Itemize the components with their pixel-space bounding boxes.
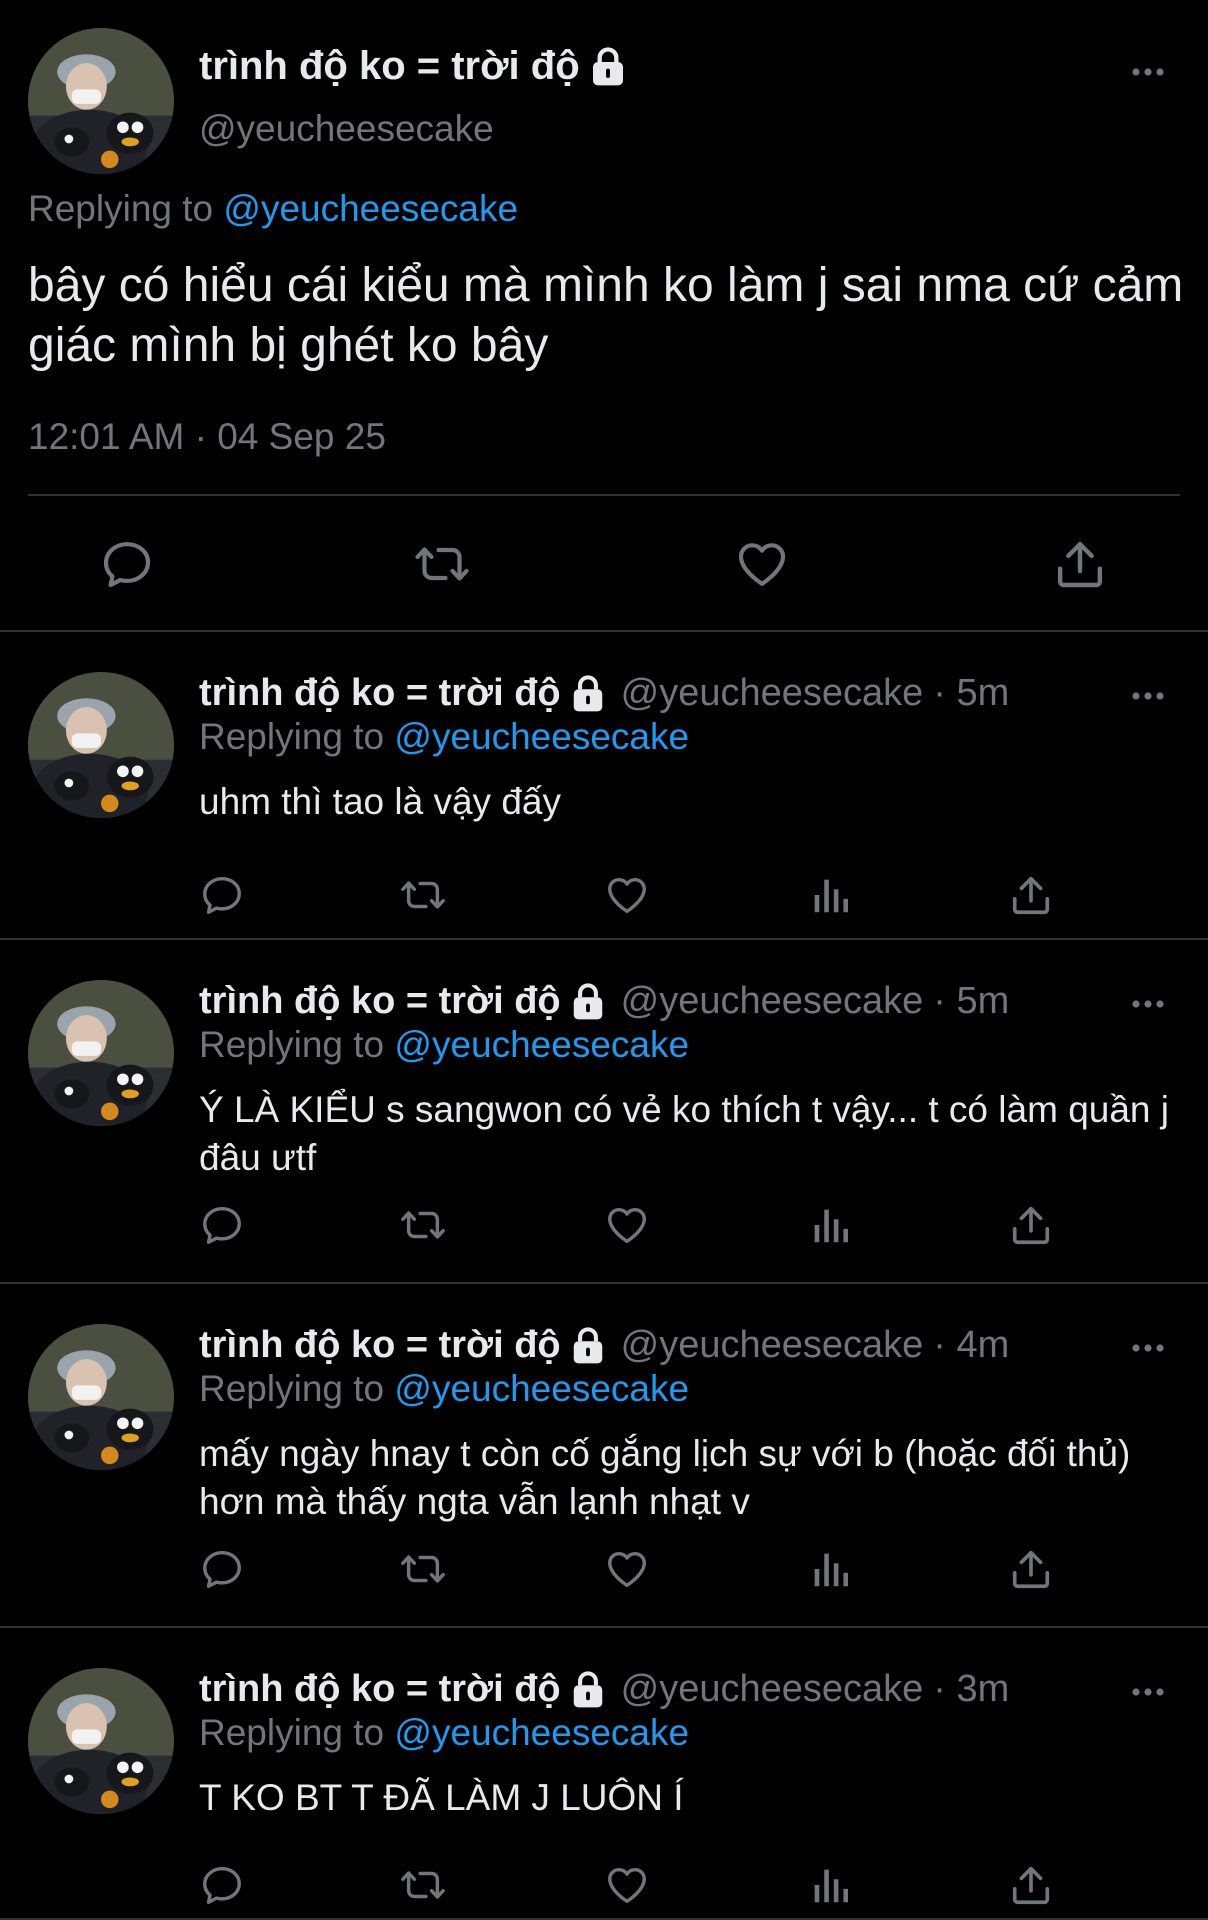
handle[interactable]: @yeucheesecake: [621, 1668, 924, 1711]
display-name[interactable]: trình độ ko = trời độ: [199, 44, 628, 89]
like-icon[interactable]: [734, 536, 790, 592]
views-icon[interactable]: [807, 872, 853, 918]
display-name[interactable]: trình độ ko = trời độ: [199, 980, 561, 1023]
reply-icon[interactable]: [199, 1546, 245, 1592]
display-name-text[interactable]: trình độ ko = trời độ: [199, 44, 580, 89]
retweet-icon[interactable]: [400, 1202, 446, 1248]
like-icon[interactable]: [604, 872, 650, 918]
replying-label: Replying to: [199, 1368, 385, 1409]
lock-icon: [588, 47, 628, 87]
handle[interactable]: @yeucheesecake: [621, 1324, 924, 1367]
reply-tweet[interactable]: trình độ ko = trời độ @yeucheesecake · 3…: [0, 1628, 1208, 1920]
reply-tweet[interactable]: trình độ ko = trời độ @yeucheesecake · 5…: [0, 940, 1208, 1284]
time-ago[interactable]: · 4m: [933, 1324, 1009, 1367]
lock-icon: [569, 1327, 607, 1365]
reply-tweet[interactable]: trình độ ko = trời độ @yeucheesecake · 5…: [0, 632, 1208, 940]
mention-link[interactable]: @yeucheesecake: [223, 188, 518, 229]
like-icon[interactable]: [604, 1862, 650, 1908]
replying-to: Replying to @yeucheesecake: [28, 188, 518, 230]
share-icon[interactable]: [1052, 536, 1108, 592]
retweet-icon[interactable]: [414, 536, 470, 592]
lock-icon: [569, 675, 607, 713]
avatar[interactable]: [28, 672, 174, 818]
display-name[interactable]: trình độ ko = trời độ: [199, 672, 561, 715]
time-ago[interactable]: · 3m: [933, 1668, 1009, 1711]
handle[interactable]: @yeucheesecake: [621, 672, 924, 715]
replying-label: Replying to: [28, 188, 214, 229]
avatar[interactable]: [28, 28, 174, 174]
retweet-icon[interactable]: [400, 1862, 446, 1908]
name-line: trình độ ko = trời độ @yeucheesecake · 5…: [199, 980, 1009, 1023]
more-icon[interactable]: [1130, 1342, 1166, 1354]
replying-label: Replying to: [199, 716, 385, 757]
replying-label: Replying to: [199, 1712, 385, 1753]
time-ago[interactable]: · 5m: [933, 672, 1009, 715]
replying-label: Replying to: [199, 1024, 385, 1065]
like-icon[interactable]: [604, 1546, 650, 1592]
mention-link[interactable]: @yeucheesecake: [394, 1368, 689, 1409]
tweet-text: uhm thì tao là vậy đấy: [199, 781, 561, 822]
lock-icon: [569, 1671, 607, 1709]
tweet-text: mấy ngày hnay t còn cố gắng lịch sự với …: [199, 1433, 1131, 1522]
name-line: trình độ ko = trời độ @yeucheesecake · 5…: [199, 672, 1009, 715]
more-icon[interactable]: [1130, 66, 1166, 78]
lock-icon: [569, 983, 607, 1021]
reply-list: trình độ ko = trời độ @yeucheesecake · 5…: [0, 632, 1208, 1920]
handle[interactable]: @yeucheesecake: [199, 108, 494, 150]
reply-icon[interactable]: [199, 1202, 245, 1248]
mention-link[interactable]: @yeucheesecake: [394, 716, 689, 757]
timestamp[interactable]: 12:01 AM · 04 Sep 25: [28, 416, 386, 458]
avatar[interactable]: [28, 980, 174, 1126]
main-tweet: trình độ ko = trời độ @yeucheesecake Rep…: [0, 0, 1208, 632]
display-name[interactable]: trình độ ko = trời độ: [199, 1668, 561, 1711]
more-icon[interactable]: [1130, 690, 1166, 702]
share-icon[interactable]: [1008, 1546, 1054, 1592]
time-ago[interactable]: · 5m: [933, 980, 1009, 1023]
retweet-icon[interactable]: [400, 1546, 446, 1592]
replying-to: Replying to @yeucheesecake: [199, 716, 689, 758]
retweet-icon[interactable]: [400, 872, 446, 918]
avatar[interactable]: [28, 1324, 174, 1470]
replying-to: Replying to @yeucheesecake: [199, 1712, 689, 1754]
divider: [28, 494, 1180, 496]
mention-link[interactable]: @yeucheesecake: [394, 1024, 689, 1065]
reply-icon[interactable]: [199, 872, 245, 918]
reply-icon[interactable]: [99, 536, 155, 592]
replying-to: Replying to @yeucheesecake: [199, 1368, 689, 1410]
name-line: trình độ ko = trời độ @yeucheesecake · 4…: [199, 1324, 1009, 1367]
views-icon[interactable]: [807, 1546, 853, 1592]
share-icon[interactable]: [1008, 1202, 1054, 1248]
share-icon[interactable]: [1008, 1862, 1054, 1908]
like-icon[interactable]: [604, 1202, 650, 1248]
name-line: trình độ ko = trời độ @yeucheesecake · 3…: [199, 1668, 1009, 1711]
avatar[interactable]: [28, 1668, 174, 1814]
tweet-text: T KO BT T ĐÃ LÀM J LUÔN Í: [199, 1777, 684, 1818]
display-name[interactable]: trình độ ko = trời độ: [199, 1324, 561, 1367]
reply-tweet[interactable]: trình độ ko = trời độ @yeucheesecake · 4…: [0, 1284, 1208, 1628]
more-icon[interactable]: [1130, 998, 1166, 1010]
handle[interactable]: @yeucheesecake: [621, 980, 924, 1023]
replying-to: Replying to @yeucheesecake: [199, 1024, 689, 1066]
views-icon[interactable]: [807, 1862, 853, 1908]
share-icon[interactable]: [1008, 872, 1054, 918]
tweet-text: bây có hiểu cái kiểu mà mình ko làm j sa…: [28, 259, 1184, 372]
reply-icon[interactable]: [199, 1862, 245, 1908]
views-icon[interactable]: [807, 1202, 853, 1248]
tweet-text: Ý LÀ KIỂU s sangwon có vẻ ko thích t vậy…: [199, 1089, 1170, 1178]
more-icon[interactable]: [1130, 1686, 1166, 1698]
mention-link[interactable]: @yeucheesecake: [394, 1712, 689, 1753]
